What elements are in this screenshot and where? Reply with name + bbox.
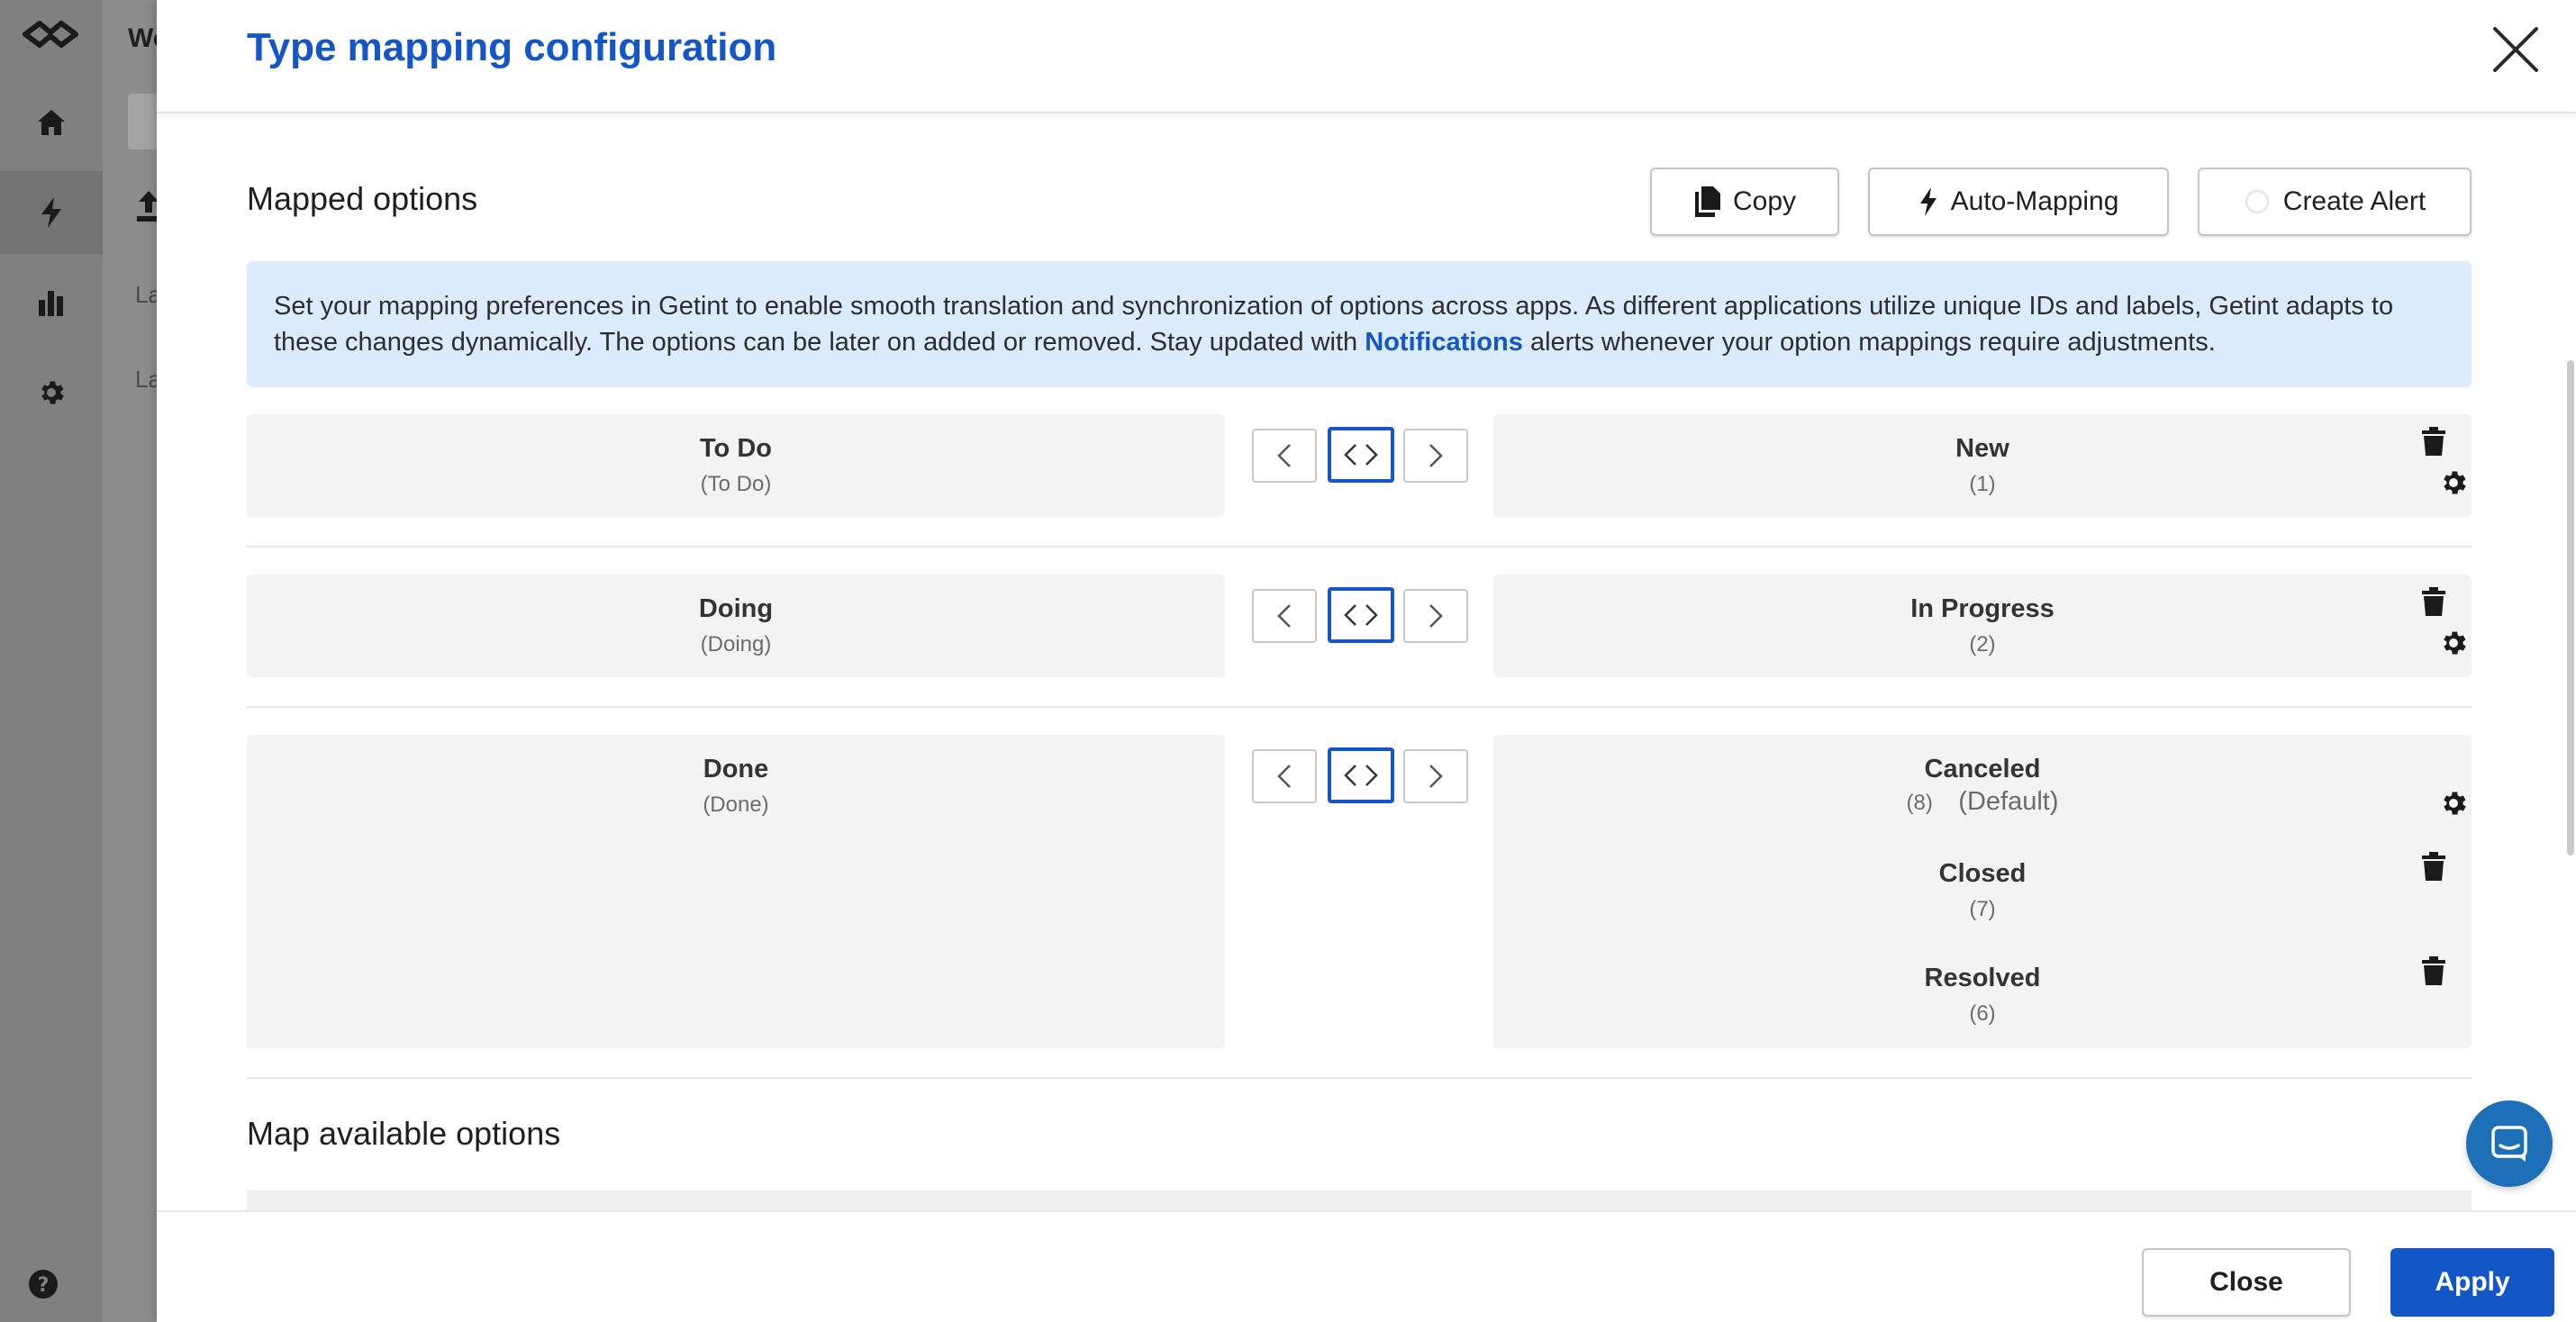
nav-reports[interactable] — [0, 261, 103, 344]
nav-home[interactable] — [0, 81, 103, 164]
modal-title: Type mapping configuration — [247, 25, 777, 69]
code-arrows-icon — [1344, 604, 1378, 626]
mapping-settings-button[interactable] — [2435, 625, 2472, 661]
chat-button[interactable] — [2466, 1100, 2553, 1187]
available-options-row — [247, 1191, 2472, 1210]
create-alert-label: Create Alert — [2282, 186, 2426, 216]
right-option-box: Canceled (8) (Default) Closed (7) Resolv… — [1493, 735, 2472, 1048]
chevron-right-icon — [1429, 444, 1443, 467]
type-mapping-modal: Type mapping configuration Mapped option… — [157, 0, 2576, 1322]
map-both-button[interactable] — [1328, 747, 1394, 803]
trash-icon — [2422, 956, 2445, 985]
chevron-left-icon — [1277, 765, 1291, 788]
modal-body: Mapped options Copy Auto-Mapping Create … — [157, 115, 2576, 1210]
auto-mapping-button[interactable]: Auto-Mapping — [1868, 168, 2169, 236]
bolt-icon — [41, 197, 61, 228]
right-option-box: New (1) — [1493, 414, 2472, 517]
map-left-button[interactable] — [1252, 749, 1317, 803]
map-both-button[interactable] — [1328, 587, 1394, 643]
delete-mapping-button[interactable] — [2416, 423, 2452, 459]
gear-icon — [2444, 792, 2466, 815]
auto-mapping-label: Auto-Mapping — [1950, 186, 2119, 216]
chevron-right-icon — [1429, 604, 1443, 628]
right-option-name: Resolved — [1924, 964, 2041, 992]
apply-button[interactable]: Apply — [2390, 1248, 2554, 1317]
right-option-id: (8) — [1906, 791, 1933, 815]
copy-icon — [1694, 186, 1720, 217]
close-button[interactable]: Close — [2142, 1248, 2351, 1317]
left-option-name: To Do — [700, 434, 772, 463]
right-option-id: (1) — [1969, 472, 1996, 496]
code-arrows-icon — [1344, 765, 1378, 786]
notifications-link[interactable]: Notifications — [1365, 328, 1523, 357]
info-box: Set your mapping preferences in Getint t… — [247, 261, 2472, 387]
copy-button[interactable]: Copy — [1650, 168, 1839, 236]
delete-mapping-button[interactable] — [2416, 584, 2452, 620]
gear-icon — [2444, 471, 2466, 494]
delete-mapping-button[interactable] — [2416, 848, 2452, 884]
chat-icon — [2491, 1126, 2527, 1162]
trash-icon — [2422, 852, 2445, 881]
right-option-box: In Progress (2) — [1493, 575, 2472, 677]
right-option-name: New — [1955, 434, 2009, 463]
mapping-settings-button[interactable] — [2435, 785, 2472, 821]
map-left-button[interactable] — [1252, 589, 1317, 643]
left-option-id: (To Do) — [700, 472, 772, 496]
chevron-left-icon — [1277, 444, 1291, 467]
right-option-name: In Progress — [1910, 594, 2054, 623]
app-sidebar: ? — [0, 0, 103, 1322]
home-icon — [38, 110, 65, 135]
default-tag: (Default) — [1958, 787, 2059, 816]
close-icon[interactable] — [2491, 25, 2540, 74]
left-option-box: Done (Done) — [247, 735, 1225, 1048]
delete-mapping-button[interactable] — [2416, 953, 2452, 989]
map-right-button[interactable] — [1403, 749, 1468, 803]
right-option-id-row: (8) (Default) — [1493, 787, 2472, 817]
gear-icon — [41, 381, 64, 404]
mapping-settings-button[interactable] — [2435, 465, 2472, 501]
svg-text:?: ? — [38, 1274, 50, 1297]
bolt-icon — [1919, 187, 1937, 216]
right-option-id: (6) — [1969, 1001, 1996, 1026]
row-divider — [247, 546, 2472, 548]
trash-icon — [2422, 427, 2445, 456]
mapped-options-title: Mapped options — [247, 180, 478, 217]
right-option-id: (7) — [1969, 897, 1996, 921]
row-divider — [247, 706, 2472, 708]
left-option-id: (Doing) — [700, 632, 772, 656]
chevron-right-icon — [1429, 765, 1443, 788]
copy-label: Copy — [1732, 186, 1797, 216]
left-option-name: Done — [703, 755, 769, 783]
code-arrows-icon — [1344, 444, 1378, 466]
row-divider — [247, 1077, 2472, 1079]
scrollbar[interactable] — [2567, 360, 2574, 856]
info-text-end: alerts whenever your option mappings req… — [1529, 328, 2216, 357]
map-available-options-title: Map available options — [247, 1115, 561, 1152]
modal-footer: Close Apply — [157, 1210, 2576, 1322]
getint-logo-icon — [23, 21, 78, 48]
map-right-button[interactable] — [1403, 429, 1468, 483]
create-alert-button[interactable]: Create Alert — [2198, 168, 2472, 236]
map-both-button[interactable] — [1328, 427, 1394, 483]
bar-chart-icon — [39, 291, 63, 316]
gear-icon — [2444, 631, 2466, 655]
modal-header: Type mapping configuration — [157, 0, 2576, 113]
nav-integrations[interactable] — [0, 171, 103, 254]
right-option-name: Closed — [1938, 859, 2027, 888]
right-option-name: Canceled — [1924, 755, 2041, 783]
map-left-button[interactable] — [1252, 429, 1317, 483]
right-option-id: (2) — [1969, 632, 1996, 656]
nav-settings[interactable] — [0, 351, 103, 434]
map-right-button[interactable] — [1403, 589, 1468, 643]
left-option-id: (Done) — [703, 792, 769, 817]
alert-clock-icon — [2245, 189, 2270, 214]
help-icon[interactable]: ? — [27, 1268, 59, 1300]
chevron-left-icon — [1277, 604, 1291, 628]
trash-icon — [2422, 587, 2445, 616]
left-option-box: Doing (Doing) — [247, 575, 1225, 677]
left-option-name: Doing — [698, 594, 774, 623]
left-option-box: To Do (To Do) — [247, 414, 1225, 517]
